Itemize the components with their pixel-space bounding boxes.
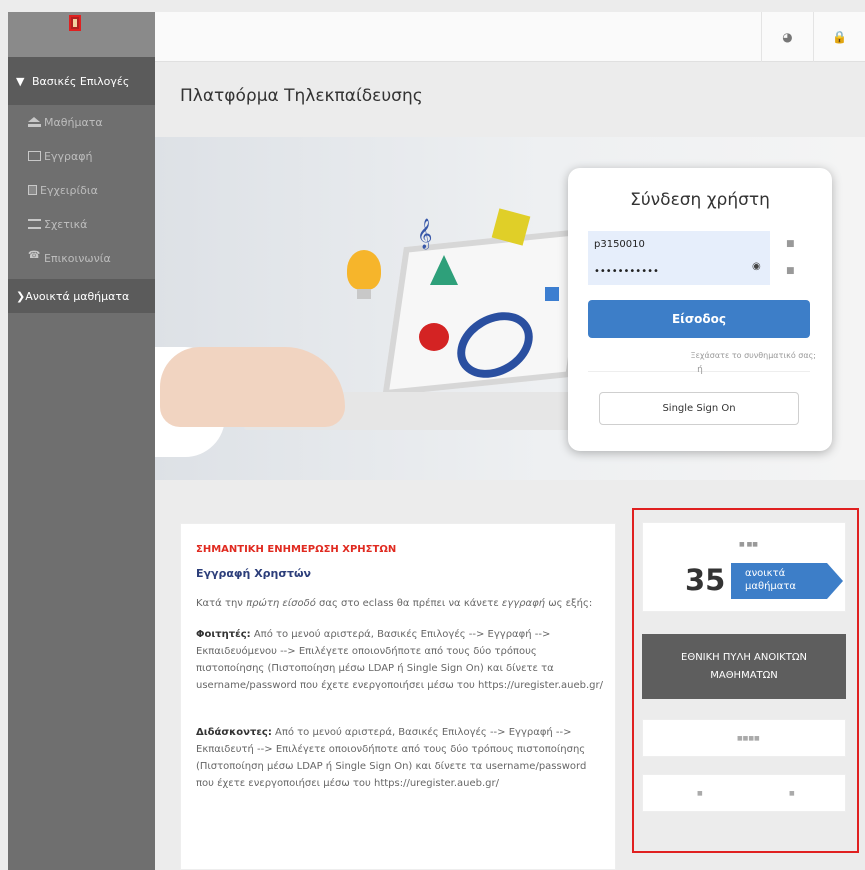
eye-icon[interactable]: ◉ bbox=[752, 261, 761, 272]
lock-button[interactable]: 🔒 bbox=[813, 12, 865, 62]
right-panel: ■ ■■ 35 ανοικτά μαθήματα ΕΘΝΙΚΗ ΠΥΛΗ ΑΝΟ… bbox=[632, 508, 859, 853]
announcement-title: ΣΗΜΑΝΤΙΚΗ ΕΝΗΜΕΡΩΣΗ ΧΡΗΣΤΩΝ bbox=[196, 544, 397, 555]
graduation-cap-icon bbox=[28, 117, 41, 127]
open-courses-count: 35 bbox=[685, 563, 726, 597]
sidebar-item-about[interactable]: Σχετικά bbox=[8, 207, 155, 241]
open-courses-stat[interactable]: ■ ■■ 35 ανοικτά μαθήματα bbox=[642, 522, 846, 612]
list-icon bbox=[28, 219, 41, 229]
apple-icon bbox=[419, 323, 449, 351]
placeholder-box[interactable]: ■■■■ bbox=[642, 719, 846, 757]
user-icon: ■ bbox=[786, 239, 795, 249]
sidebar-item-contact[interactable]: Επικοινωνία bbox=[8, 241, 155, 275]
music-note-icon: 𝄞 bbox=[417, 219, 433, 249]
open-courses-tag: ανοικτά μαθήματα bbox=[731, 563, 843, 599]
lock-icon: 🔒 bbox=[832, 30, 847, 44]
logo-icon[interactable] bbox=[69, 15, 81, 31]
forgot-password-link[interactable]: Ξεχάσατε το συνθηματικό σας; bbox=[691, 351, 816, 360]
sidebar-section-basic-options[interactable]: ▼ Βασικές Επιλογές bbox=[8, 57, 155, 105]
stat-dots: ■ ■■ bbox=[739, 541, 758, 548]
username-input[interactable] bbox=[588, 231, 770, 258]
sidebar-items: Μαθήματα Εγγραφή Εγχειρίδια Σχετικά Επικ… bbox=[8, 105, 155, 275]
placeholder-box[interactable]: ■ ■ bbox=[642, 774, 846, 812]
password-input[interactable] bbox=[588, 258, 770, 285]
sidebar-item-manuals[interactable]: Εγχειρίδια bbox=[8, 173, 155, 207]
announcement-teachers: Διδάσκοντες: Από το μενού αριστερά, Βασι… bbox=[196, 727, 587, 789]
sso-button[interactable]: Single Sign On bbox=[599, 392, 799, 425]
lightbulb-icon bbox=[347, 250, 381, 290]
hand-illustration bbox=[160, 347, 345, 427]
or-separator: ή bbox=[697, 365, 703, 375]
page-title: Πλατφόρμα Τηλεκπαίδευσης bbox=[180, 86, 423, 106]
document-icon bbox=[28, 185, 37, 195]
announcement-subtitle: Εγγραφή Χρηστών bbox=[196, 567, 312, 580]
sidebar-item-register[interactable]: Εγγραφή bbox=[8, 139, 155, 173]
edit-icon bbox=[28, 151, 41, 161]
phone-icon bbox=[28, 250, 41, 263]
shape-icon bbox=[545, 287, 559, 301]
globe-button[interactable]: ◕ bbox=[761, 12, 813, 62]
lock-icon: ■ bbox=[786, 266, 795, 276]
sidebar-item-courses[interactable]: Μαθήματα bbox=[8, 105, 155, 139]
login-card: Σύνδεση χρήστη ■ ◉ ■ Είσοδος Ξεχάσατε το… bbox=[568, 168, 832, 451]
sidebar-logo-area bbox=[8, 12, 155, 57]
announcement-panel: ΣΗΜΑΝΤΙΚΗ ΕΝΗΜΕΡΩΣΗ ΧΡΗΣΤΩΝ Εγγραφή Χρησ… bbox=[180, 523, 616, 870]
flask-icon bbox=[430, 255, 458, 285]
announcement-intro: Κατά την πρώτη είσοδό σας στο eclass θα … bbox=[196, 598, 593, 609]
sidebar-item-label: Επικοινωνία bbox=[44, 251, 111, 265]
sidebar-section-label: Βασικές Επιλογές bbox=[32, 74, 130, 88]
sidebar-item-label: Εγχειρίδια bbox=[40, 183, 98, 197]
login-button[interactable]: Είσοδος bbox=[588, 300, 810, 338]
globe-icon: ◕ bbox=[782, 30, 793, 44]
sidebar: ▼ Βασικές Επιλογές Μαθήματα Εγγραφή Εγχε… bbox=[8, 12, 155, 870]
top-bar: ◕ 🔒 bbox=[155, 12, 865, 62]
sidebar-item-label: Εγγραφή bbox=[44, 149, 93, 163]
sidebar-section-open-courses[interactable]: ❯ Ανοικτά μαθήματα bbox=[8, 279, 155, 313]
national-portal-button[interactable]: ΕΘΝΙΚΗ ΠΥΛΗ ΑΝΟΙΚΤΩΝ ΜΑΘΗΜΑΤΩΝ bbox=[642, 634, 846, 699]
sidebar-section-label: Ανοικτά μαθήματα bbox=[25, 289, 130, 303]
chevron-down-icon: ▼ bbox=[16, 74, 25, 88]
sidebar-item-label: Σχετικά bbox=[44, 217, 88, 231]
sidebar-item-label: Μαθήματα bbox=[44, 115, 103, 129]
login-title: Σύνδεση χρήστη bbox=[630, 190, 770, 210]
chevron-right-icon: ❯ bbox=[16, 289, 26, 303]
announcement-students: Φοιτητές: Από το μενού αριστερά, Βασικές… bbox=[196, 629, 604, 691]
lightbulb-base-icon bbox=[357, 289, 371, 299]
